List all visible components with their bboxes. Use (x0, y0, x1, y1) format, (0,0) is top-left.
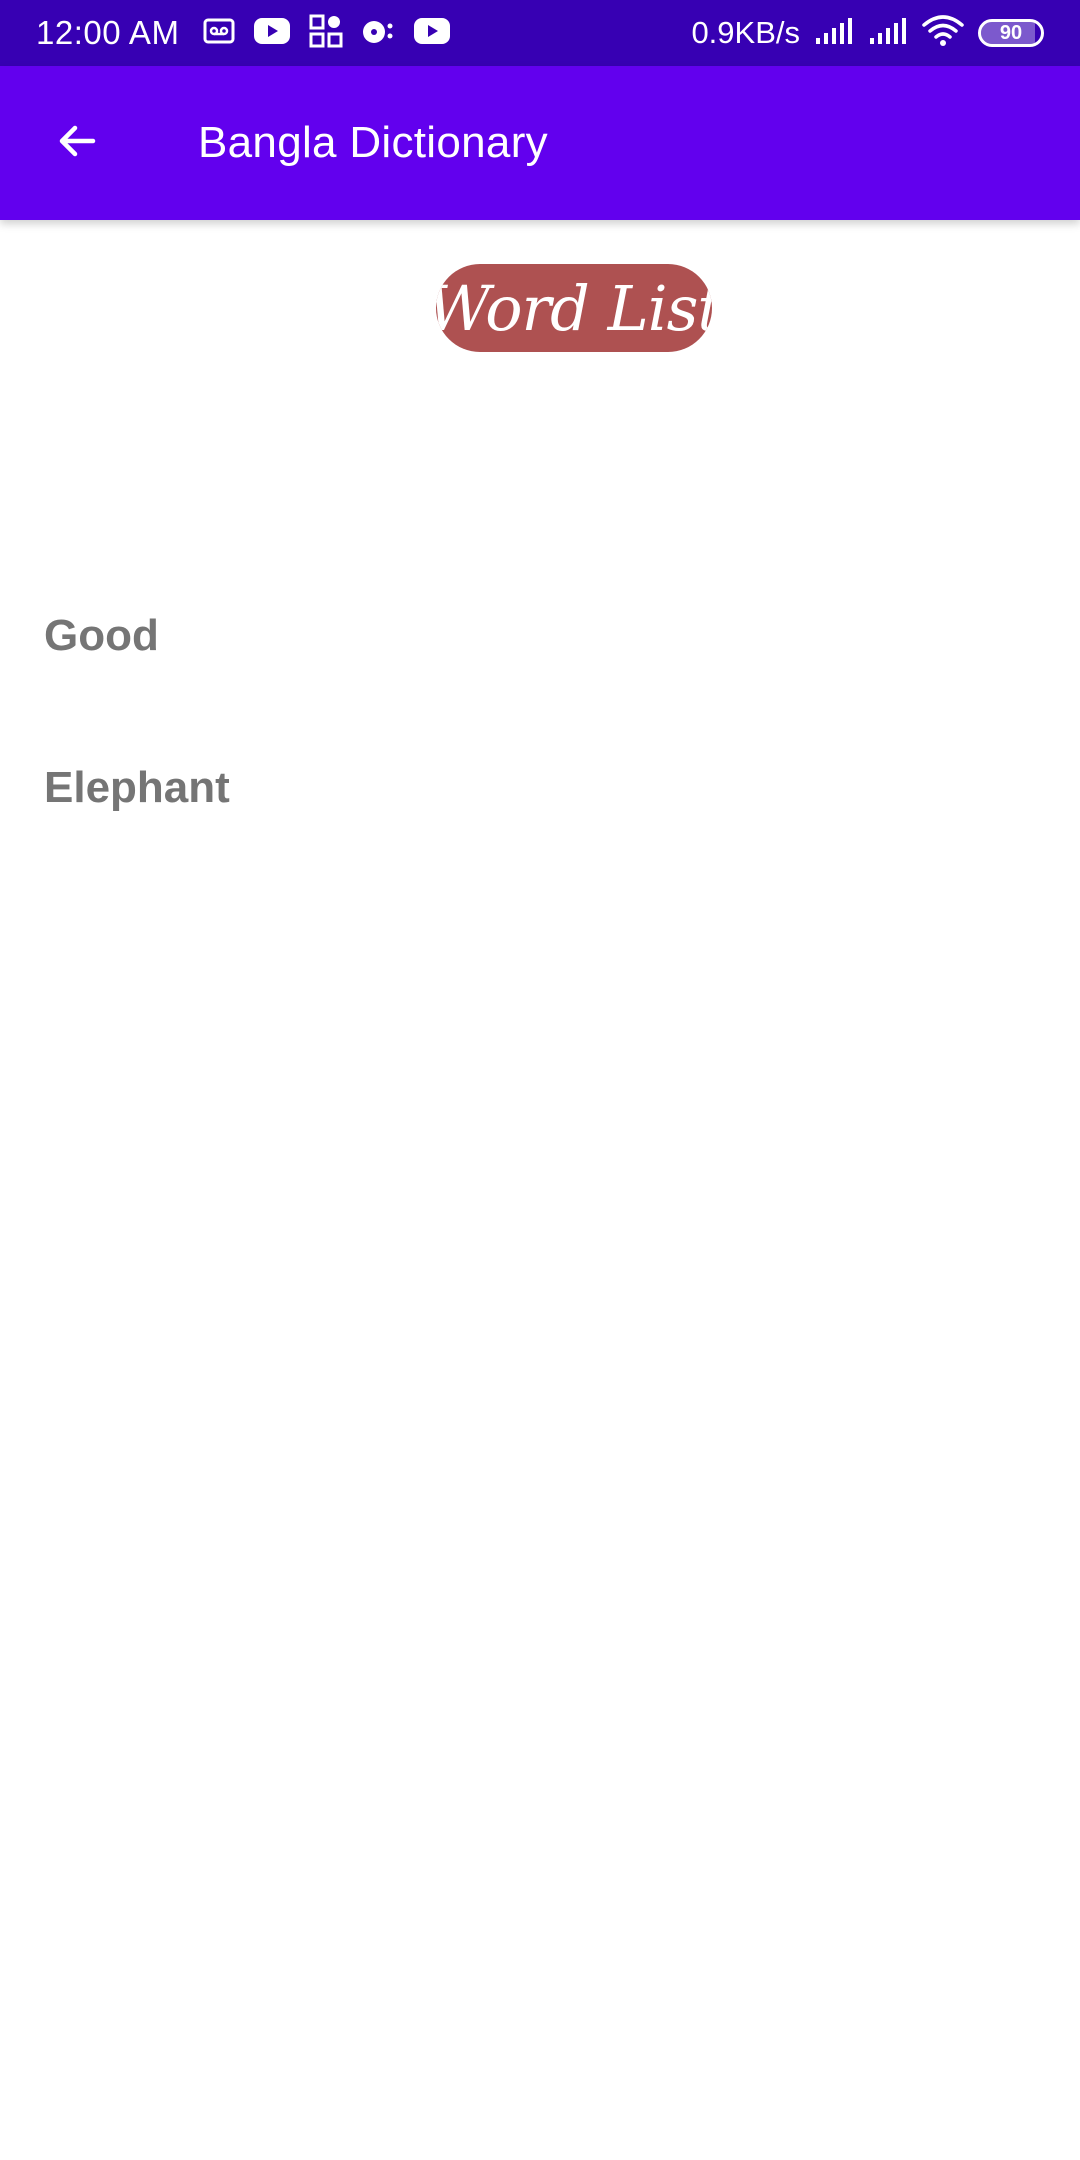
list-item[interactable]: Elephant (0, 712, 1080, 864)
network-speed: 0.9KB/s (691, 15, 800, 50)
word-list-label: Word List (436, 271, 712, 345)
battery-level: 90 (999, 21, 1023, 44)
list-item[interactable]: Good (0, 560, 1080, 712)
system-status: 0.9KB/s 90 (691, 14, 1044, 52)
page-title: Bangla Dictionary (198, 118, 548, 167)
youtube-icon (413, 17, 451, 50)
signal-icon (814, 16, 854, 51)
arrow-back-icon (53, 117, 101, 170)
status-bar: 12:00 AM 0.9KB/s 90 (0, 0, 1080, 66)
back-button[interactable] (22, 88, 132, 198)
voicemail-icon (203, 18, 235, 49)
battery-icon: 90 (978, 19, 1044, 47)
notification-icons (203, 14, 451, 53)
apps-grid-icon (309, 14, 343, 53)
signal-icon (868, 16, 908, 51)
app-bar: Bangla Dictionary (0, 66, 1080, 220)
wifi-icon (922, 14, 964, 52)
youtube-icon (253, 17, 291, 50)
music-disc-icon (361, 17, 395, 50)
word-list: Good Elephant (0, 560, 1080, 864)
status-time: 12:00 AM (36, 14, 180, 51)
word-list-badge: Word List (436, 264, 712, 352)
